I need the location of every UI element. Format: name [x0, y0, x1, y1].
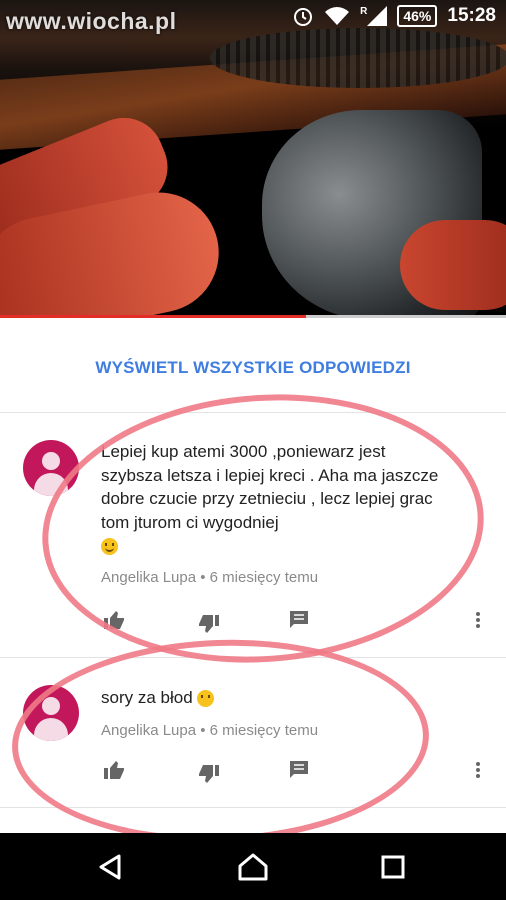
comment-time: 6 miesięcy temu	[209, 569, 319, 586]
divider	[0, 807, 506, 808]
video-frame-object	[210, 28, 506, 88]
recents-icon	[381, 855, 405, 878]
video-progress-fill	[0, 315, 307, 318]
comment-time: 6 miesięcy temu	[209, 722, 319, 739]
comment-author[interactable]: Angelika Lupa	[101, 569, 196, 586]
avatar[interactable]	[23, 440, 79, 496]
more-options-icon[interactable]	[476, 610, 482, 630]
back-icon	[99, 854, 121, 879]
dislike-icon[interactable]	[198, 614, 220, 634]
recent-apps-button[interactable]	[353, 833, 433, 900]
reply-icon[interactable]	[289, 760, 309, 780]
comment-meta: Angelika Lupa • 6 miesięcy temu	[101, 569, 319, 586]
video-frame-hand-right	[400, 220, 506, 310]
avatar[interactable]	[23, 685, 79, 741]
signal-label: R	[360, 6, 368, 17]
navigation-bar	[0, 833, 506, 900]
divider	[0, 412, 506, 413]
comment-meta: Angelika Lupa • 6 miesięcy temu	[101, 722, 319, 739]
comment-body: sory za błod	[101, 688, 193, 707]
back-button[interactable]	[70, 833, 150, 900]
smile-emoji	[101, 538, 118, 556]
view-all-replies-button[interactable]: WYŚWIETL WSZYSTKIE ODPOWIEDZI	[0, 358, 506, 378]
comment-body: Lepiej kup atemi 3000 ,poniewarz jest sz…	[101, 442, 439, 532]
more-options-icon[interactable]	[476, 760, 482, 780]
watermark: www.wiocha.pl	[6, 8, 177, 34]
like-icon[interactable]	[103, 610, 125, 630]
divider	[0, 657, 506, 658]
like-icon[interactable]	[103, 760, 125, 780]
home-button[interactable]	[213, 833, 293, 900]
clock: 15:28	[447, 5, 496, 26]
alarm-icon	[294, 8, 313, 26]
reply-icon[interactable]	[289, 610, 309, 630]
comment-author[interactable]: Angelika Lupa	[101, 722, 196, 739]
dislike-icon[interactable]	[198, 764, 220, 784]
home-icon	[238, 853, 268, 880]
signal-icon	[367, 6, 388, 26]
video-progress-bar[interactable]	[0, 315, 506, 318]
battery-indicator: 46%	[397, 5, 438, 27]
comment-text: sory za błod	[101, 686, 441, 710]
video-player[interactable]	[0, 0, 506, 318]
highlight-circle	[8, 632, 433, 850]
comment-text: Lepiej kup atemi 3000 ,poniewarz jest sz…	[101, 440, 441, 558]
embarrassed-emoji	[197, 690, 215, 708]
wifi-icon	[325, 7, 350, 25]
